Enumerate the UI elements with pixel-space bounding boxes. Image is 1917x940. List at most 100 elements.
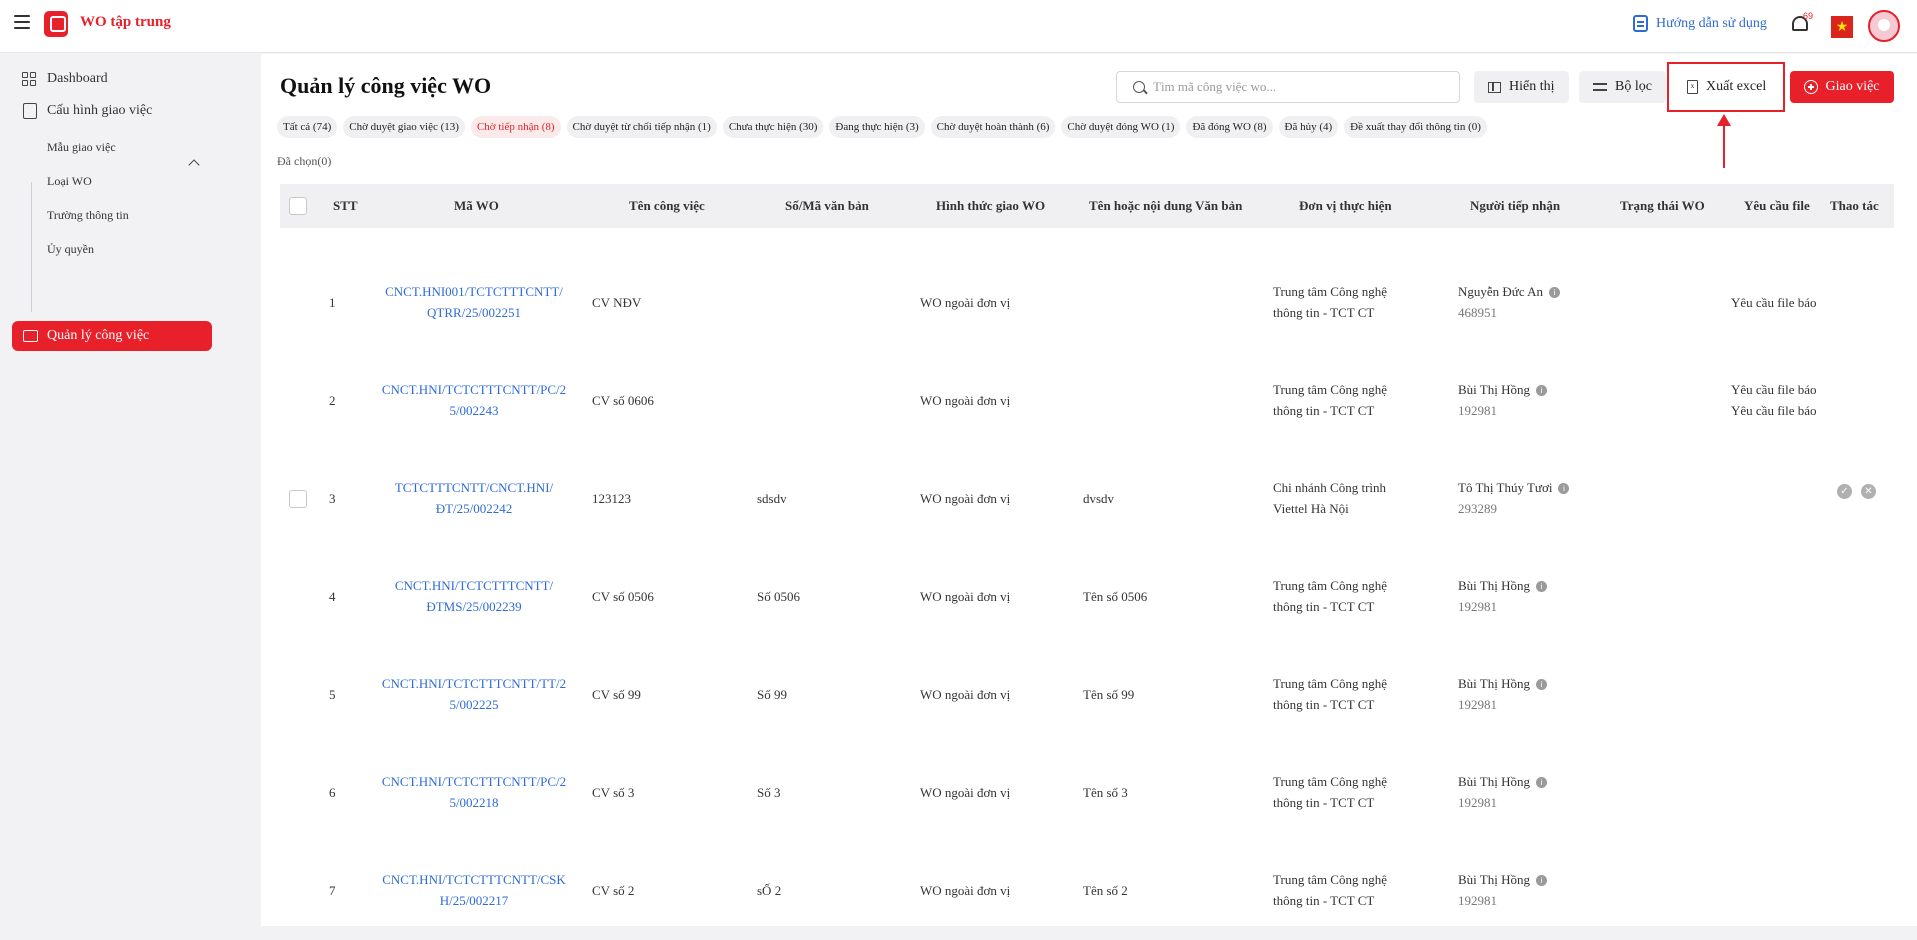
sidebar-item-label: Dashboard xyxy=(47,71,108,86)
search-input[interactable] xyxy=(1153,79,1453,95)
column-header-wo-status: Trạng thái WO xyxy=(1620,198,1705,213)
wo-code-line1: CNCT.HNI/TCTCTTTCNTT/ xyxy=(394,578,554,593)
wo-code-link[interactable]: CNCT.HNI001/TCTCTTTCNTT/QTRR/25/002251 xyxy=(374,281,574,323)
row-checkbox[interactable] xyxy=(289,490,307,508)
status-tab-all[interactable]: Tất cả (74) xyxy=(277,116,338,138)
display-button[interactable]: Hiển thị xyxy=(1474,71,1569,103)
table-row[interactable]: 5 CNCT.HNI/TCTCTTTCNTT/TT/2 5/002225 CV s… xyxy=(280,646,1894,744)
sidebar-item-dashboard[interactable]: Dashboard xyxy=(22,71,108,87)
row-stt: 7 xyxy=(329,883,336,898)
sidebar-subitem-info-fields[interactable]: Trường thông tin xyxy=(47,208,129,223)
column-header-exec-unit: Đơn vị thực hiện xyxy=(1299,198,1392,213)
receiver: Bùi Thị Hồng i 192981 xyxy=(1458,673,1547,715)
notification-count-badge: 69 xyxy=(1803,11,1814,21)
column-header-stt: STT xyxy=(333,198,358,213)
assign-form: WO ngoài đơn vị xyxy=(920,589,1011,604)
status-tab-change-proposal[interactable]: Đề xuất thay đổi thông tin (0) xyxy=(1344,116,1487,138)
status-tab-pending-reject-approval[interactable]: Chờ duyệt từ chối tiếp nhận (1) xyxy=(566,116,717,138)
filter-button[interactable]: Bộ lọc xyxy=(1579,71,1666,103)
wo-code-line1: TCTCTTTCNTT/CNCT.HNI/ xyxy=(394,480,554,495)
table-row[interactable]: 6 CNCT.HNI/TCTCTTTCNTT/PC/2 5/002218 CV s… xyxy=(280,744,1894,842)
status-tab-pending-receipt[interactable]: Chờ tiếp nhận (8) xyxy=(470,116,561,138)
hamburger-menu-icon[interactable] xyxy=(14,15,30,29)
task-name: CV số 99 xyxy=(592,687,641,702)
receiver-name: Bùi Thị Hồng xyxy=(1458,382,1530,397)
task-name: CV số 0606 xyxy=(592,393,654,408)
select-all-checkbox[interactable] xyxy=(289,197,307,215)
exec-unit-line2: thông tin - TCT CT xyxy=(1273,697,1375,712)
user-guide-link[interactable]: Hướng dẫn sử dụng xyxy=(1633,15,1767,32)
assign-form: WO ngoài đơn vị xyxy=(920,295,1011,310)
info-icon[interactable]: i xyxy=(1558,483,1570,494)
approve-icon[interactable]: ✓ xyxy=(1837,484,1852,499)
file-request-line2: Yêu cầu file báo xyxy=(1731,403,1817,418)
receiver-name: Nguyễn Đức An xyxy=(1458,284,1544,299)
wo-code-link[interactable]: CNCT.HNI/TCTCTTTCNTT/PC/2 5/002243 xyxy=(374,379,574,421)
exec-unit: Trung tâm Công nghệ thông tin - TCT CT xyxy=(1273,575,1387,617)
assign-form: WO ngoài đơn vị xyxy=(920,393,1011,408)
notification-bell-icon[interactable]: 69 xyxy=(1790,11,1814,36)
doc-content: Tên số 2 xyxy=(1083,883,1128,898)
status-tabs: Tất cả (74) Chờ duyệt giao việc (13) Chờ… xyxy=(277,116,1487,138)
row-stt: 1 xyxy=(329,295,336,310)
language-flag-icon[interactable]: ★ xyxy=(1831,16,1853,38)
exec-unit-line1: Trung tâm Công nghệ xyxy=(1273,284,1387,299)
exec-unit-line1: Trung tâm Công nghệ xyxy=(1273,774,1387,789)
receiver-code: 192981 xyxy=(1458,795,1497,810)
exec-unit-line1: Trung tâm Công nghệ xyxy=(1273,872,1387,887)
doc-number: sỐ 2 xyxy=(757,883,782,898)
status-tab-cancelled[interactable]: Đã hủy (4) xyxy=(1278,116,1339,138)
table-row[interactable]: 1 CNCT.HNI001/TCTCTTTCNTT/QTRR/25/002251… xyxy=(280,254,1894,352)
sidebar-subitem-templates[interactable]: Mẫu giao việc xyxy=(47,140,116,155)
chevron-up-icon[interactable] xyxy=(188,159,200,171)
wo-code-link[interactable]: CNCT.HNI/TCTCTTTCNTT/TT/2 5/002225 xyxy=(374,673,574,715)
filter-button-label: Bộ lọc xyxy=(1615,79,1652,94)
table-row[interactable]: 7 CNCT.HNI/TCTCTTTCNTT/CSK H/25/002217 CV… xyxy=(280,842,1894,940)
sidebar-item-label: Cấu hình giao việc xyxy=(47,103,153,118)
info-icon[interactable]: i xyxy=(1536,581,1547,592)
exec-unit: Trung tâm Công nghệ thông tin - TCT CT xyxy=(1273,771,1387,813)
info-icon[interactable]: i xyxy=(1536,777,1547,788)
wo-code-link[interactable]: CNCT.HNI/TCTCTTTCNTT/ĐTMS/25/002239 xyxy=(374,575,574,617)
task-name: CV NĐV xyxy=(592,295,642,310)
assign-work-button[interactable]: Giao việc xyxy=(1790,71,1894,103)
doc-content: dvsdv xyxy=(1083,491,1115,506)
file-request: Yêu cầu file báo xyxy=(1731,295,1817,310)
column-header-file-request: Yêu cầu file xyxy=(1744,198,1810,213)
status-tab-pending-assign-approval[interactable]: Chờ duyệt giao việc (13) xyxy=(343,116,465,138)
table-row[interactable]: 2 CNCT.HNI/TCTCTTTCNTT/PC/2 5/002243 CV s… xyxy=(280,352,1894,450)
info-icon[interactable]: i xyxy=(1549,287,1561,298)
receiver: Bùi Thị Hồng i 192981 xyxy=(1458,575,1547,617)
app-title: WO tập trung xyxy=(80,14,171,30)
status-tab-in-progress[interactable]: Đang thực hiện (3) xyxy=(829,116,925,138)
wo-code-link[interactable]: CNCT.HNI/TCTCTTTCNTT/CSK H/25/002217 xyxy=(374,869,574,911)
sidebar-item-work-management[interactable]: Quản lý công việc xyxy=(12,321,212,351)
reject-icon[interactable]: ✕ xyxy=(1861,484,1876,499)
status-tab-closed[interactable]: Đã đóng WO (8) xyxy=(1186,116,1273,138)
info-icon[interactable]: i xyxy=(1536,875,1547,886)
table-row[interactable]: 4 CNCT.HNI/TCTCTTTCNTT/ĐTMS/25/002239 CV… xyxy=(280,548,1894,646)
wo-code-link[interactable]: CNCT.HNI/TCTCTTTCNTT/PC/2 5/002218 xyxy=(374,771,574,813)
sidebar-item-assignment-config[interactable]: Cấu hình giao việc xyxy=(23,103,152,119)
info-icon[interactable]: i xyxy=(1536,679,1547,690)
receiver-name: Bùi Thị Hồng xyxy=(1458,578,1530,593)
doc-number: Số 0506 xyxy=(757,589,800,604)
status-tab-not-started[interactable]: Chưa thực hiện (30) xyxy=(722,116,824,138)
sidebar-subitem-delegation[interactable]: Ủy quyền xyxy=(47,242,94,257)
wo-code-line1: CNCT.HNI/TCTCTTTCNTT/PC/2 xyxy=(381,774,567,789)
exec-unit-line1: Chi nhánh Công trình xyxy=(1273,480,1387,495)
main-content: Quản lý công việc WO Hiển thị Bộ lọc x X… xyxy=(261,54,1917,926)
status-tab-pending-close[interactable]: Chờ duyệt đóng WO (1) xyxy=(1061,116,1181,138)
plus-circle-icon xyxy=(1804,80,1819,94)
receiver: Nguyễn Đức An i 468951 xyxy=(1458,281,1561,323)
sidebar-subitem-wo-types[interactable]: Loại WO xyxy=(47,174,92,189)
exec-unit: Trung tâm Công nghệ thông tin - TCT CT xyxy=(1273,869,1387,911)
wo-code-link[interactable]: TCTCTTTCNTT/CNCT.HNI/ĐT/25/002242 xyxy=(374,477,574,519)
doc-number: Số 99 xyxy=(757,687,787,702)
app-logo[interactable] xyxy=(44,11,68,37)
info-icon[interactable]: i xyxy=(1536,385,1547,396)
table-row[interactable]: 3 TCTCTTTCNTT/CNCT.HNI/ĐT/25/002242 1231… xyxy=(280,450,1894,548)
wo-code-line2: 5/002218 xyxy=(449,795,499,810)
user-avatar[interactable] xyxy=(1868,10,1900,42)
status-tab-pending-completion[interactable]: Chờ duyệt hoàn thành (6) xyxy=(930,116,1056,138)
